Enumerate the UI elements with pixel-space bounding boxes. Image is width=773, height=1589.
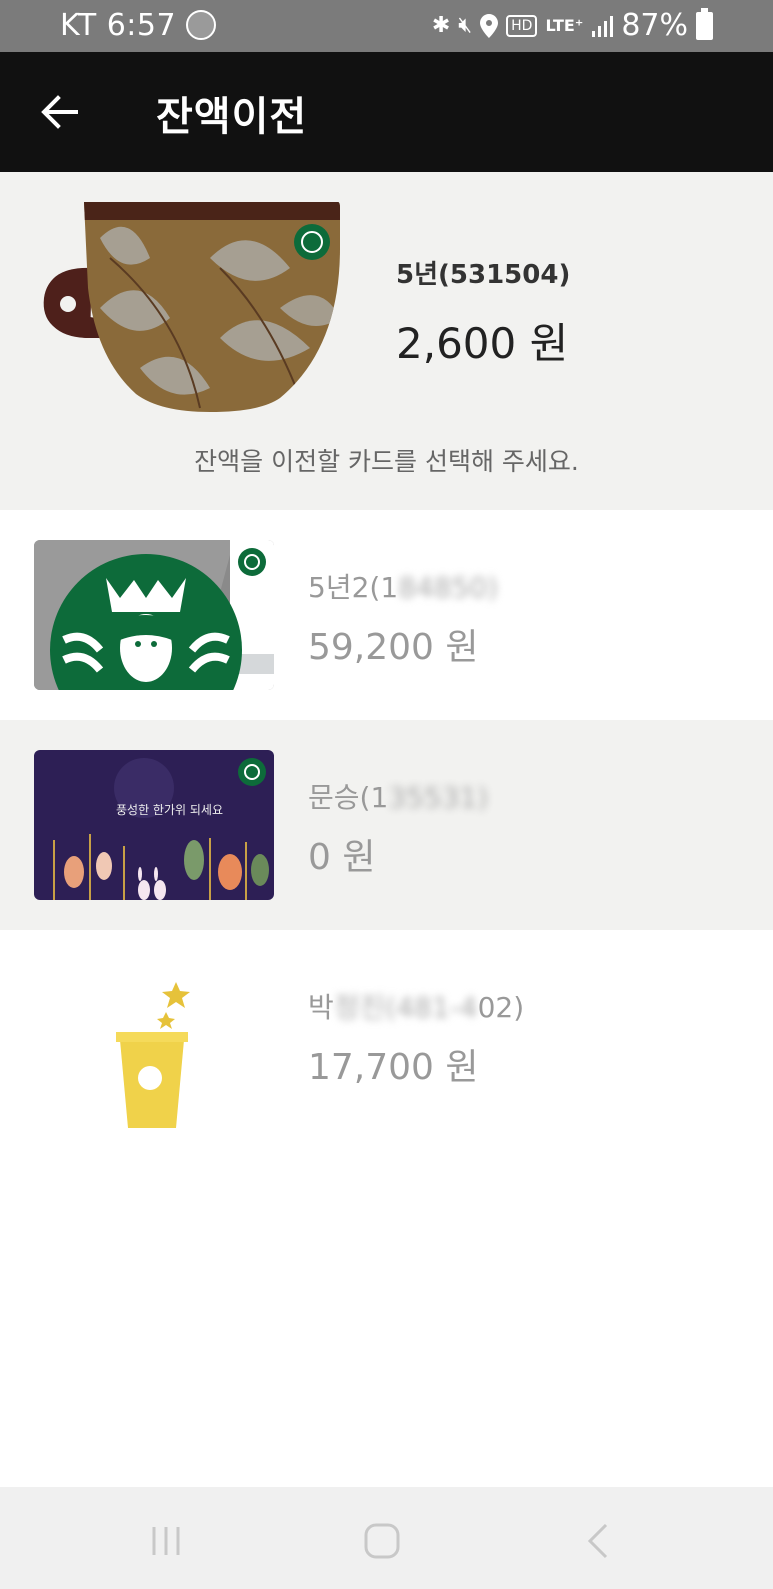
card-list-item[interactable]: 풍성한 한가위 되세요 문승(135531) 0 원 <box>0 720 773 930</box>
card-list-item[interactable]: 5년2(184850) 59,200 원 <box>0 510 773 720</box>
system-nav-bar <box>0 1487 773 1589</box>
card-name-blurred: 정진(481-4 <box>333 991 478 1024</box>
battery-icon <box>696 7 713 40</box>
card-name: 5년2(184850) <box>308 566 498 606</box>
card-list-item[interactable]: 박정진(481-402) 17,700 원 <box>0 930 773 1140</box>
starbucks-logo-icon <box>294 224 330 260</box>
mute-icon: 🔇︎ <box>458 13 473 38</box>
status-bar: KT 6:57 ✱ 🔇︎ HD LTE⁺ 87% <box>0 0 773 52</box>
selected-card-mug-image <box>43 202 340 412</box>
card-name-visible: 문승(1 <box>308 781 389 814</box>
home-icon[interactable] <box>358 1517 406 1565</box>
instruction-text: 잔액을 이전할 카드를 선택해 주세요. <box>194 447 579 476</box>
selected-card-name: 5년(531504) <box>396 260 571 290</box>
card-name: 문승(135531) <box>308 776 488 816</box>
card-balance: 59,200 원 <box>308 627 479 668</box>
card-thumbnail-gold-cup <box>34 960 274 1128</box>
hd-voice-icon: HD <box>506 14 538 37</box>
page-title: 잔액이전 <box>156 94 308 140</box>
card-balance: 0 원 <box>308 837 376 878</box>
back-nav-icon[interactable] <box>576 1517 624 1565</box>
signal-icon <box>592 15 614 37</box>
location-icon <box>480 13 499 38</box>
card-name-visible: 박 <box>308 991 334 1024</box>
card-balance: 17,700 원 <box>308 1047 479 1088</box>
selected-card-balance: 2,600 원 <box>396 319 569 368</box>
recent-apps-icon[interactable] <box>142 1517 190 1565</box>
app-bar: 잔액이전 <box>0 52 773 172</box>
card-thumbnail-chuseok: 풍성한 한가위 되세요 <box>34 750 274 900</box>
status-icons: ✱ 🔇︎ HD LTE⁺ 87% <box>431 7 713 43</box>
back-arrow-icon[interactable] <box>36 88 84 136</box>
battery-percent: 87% <box>621 8 688 43</box>
card-name-blurred: 35531) <box>388 781 489 814</box>
status-carrier-time: KT 6:57 <box>60 8 177 43</box>
card-name-blurred: 84850) <box>398 571 499 604</box>
starbucks-notification-icon <box>186 10 216 40</box>
selected-card-panel: 5년(531504) 2,600 원 잔액을 이전할 카드를 선택해 주세요. <box>0 172 773 510</box>
card-name: 박정진(481-402) <box>308 986 524 1026</box>
card-thumbnail-siren <box>34 540 274 690</box>
card-name-tail: 02) <box>477 991 525 1024</box>
card-art-text: 풍성한 한가위 되세요 <box>116 803 223 817</box>
bluetooth-icon: ✱ <box>431 13 451 38</box>
lte-icon: LTE⁺ <box>545 15 584 35</box>
card-name-visible: 5년2(1 <box>308 571 399 604</box>
